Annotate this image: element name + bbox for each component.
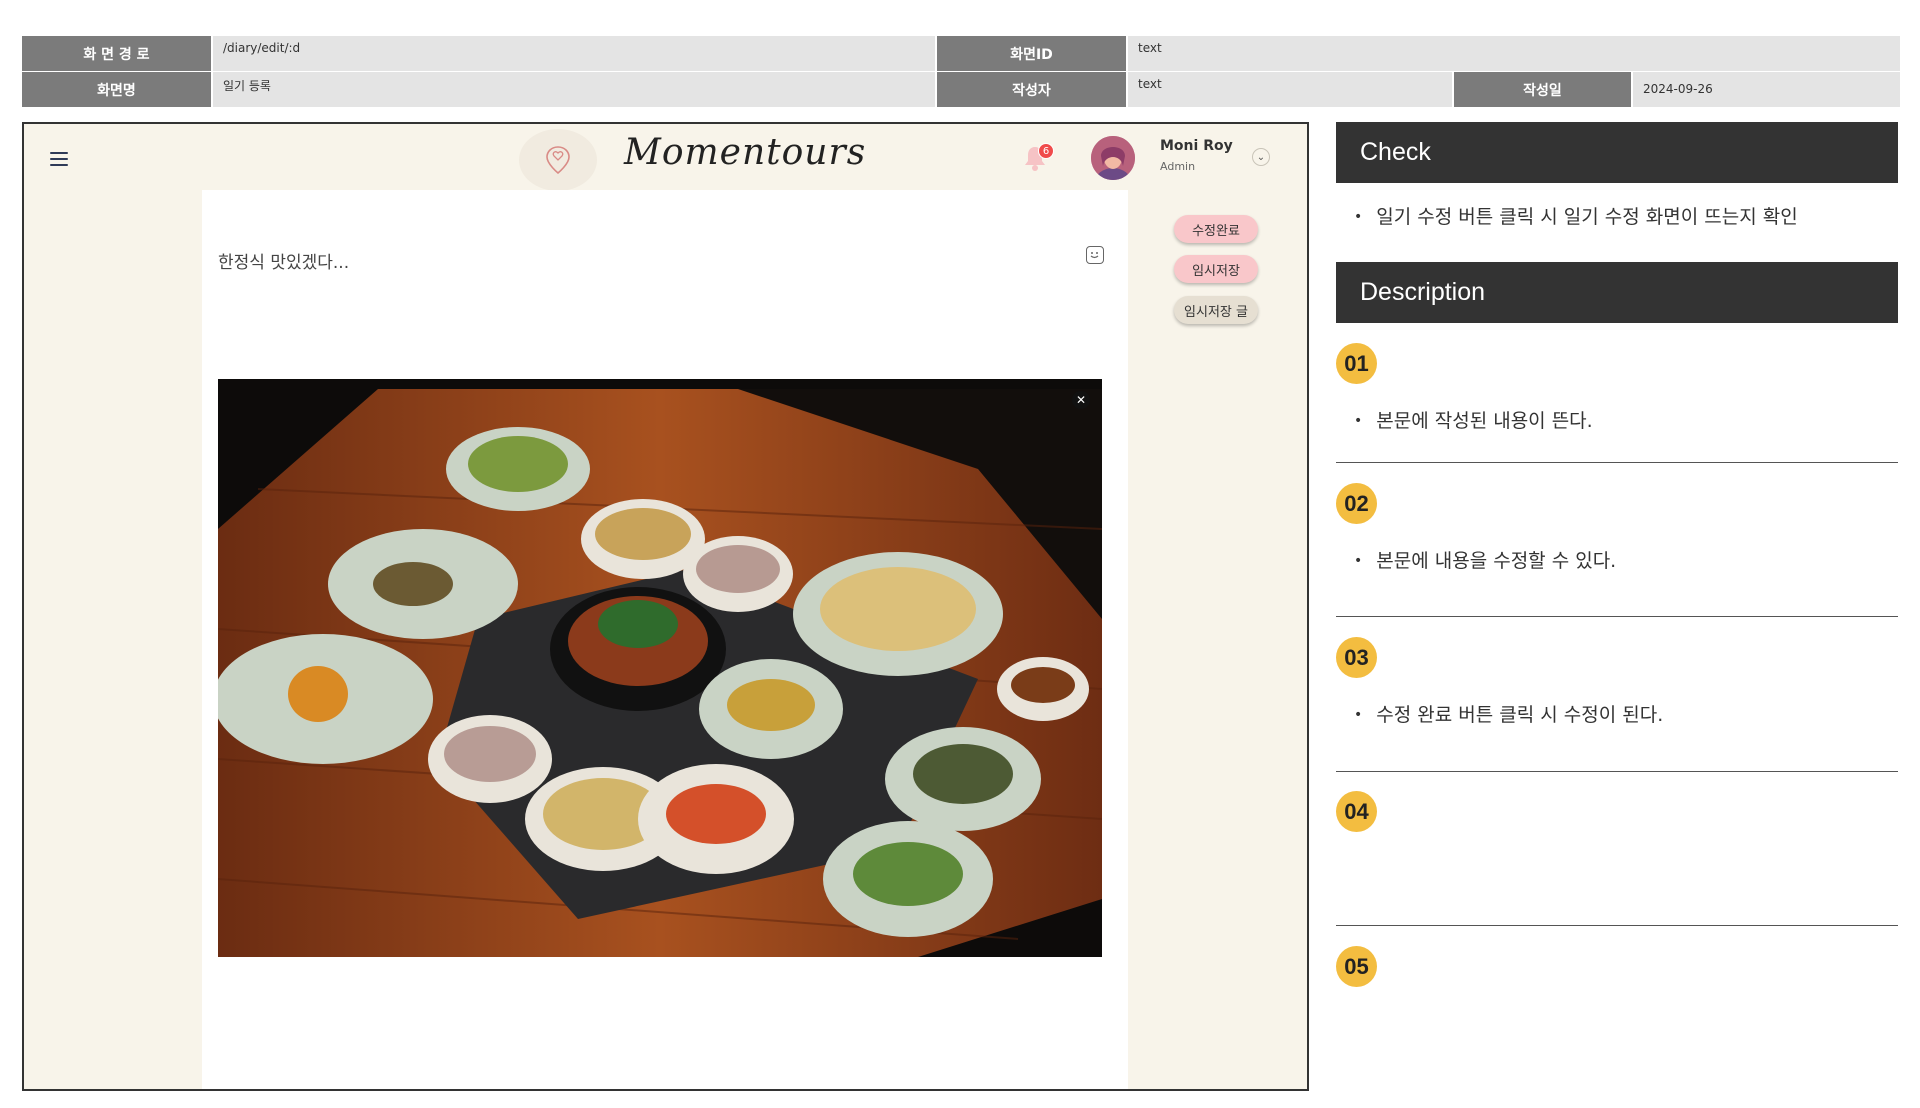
notification-bell[interactable]: 6 xyxy=(1022,143,1054,174)
chevron-down-icon[interactable]: ⌄ xyxy=(1252,148,1270,166)
author-label: 작성자 xyxy=(937,72,1126,107)
screen-name-value: 일기 등록 xyxy=(213,72,935,107)
emoji-icon[interactable] xyxy=(1086,246,1104,264)
logo-pin-icon[interactable] xyxy=(519,129,597,191)
divider xyxy=(1336,925,1898,926)
avatar[interactable] xyxy=(1091,136,1135,180)
temp-save-button[interactable]: 임시저장 xyxy=(1174,255,1258,283)
brand-logo-text[interactable]: Momentours xyxy=(624,132,866,173)
korean-table-food-image xyxy=(218,379,1102,957)
spec-row-2: 화면명 일기 등록 작성자 text 작성일 2024-09-26 xyxy=(22,72,1900,107)
divider xyxy=(1336,771,1898,772)
close-icon[interactable]: ✕ xyxy=(1072,391,1090,409)
step-text-01: 본문에 작성된 내용이 뜬다. xyxy=(1354,406,1592,433)
temp-posts-button[interactable]: 임시저장 글 xyxy=(1174,296,1258,324)
date-value: 2024-09-26 xyxy=(1633,72,1900,107)
spec-row-1: 화 면 경 로 /diary/edit/:d 화면ID text xyxy=(22,36,1900,71)
menu-icon[interactable] xyxy=(50,152,68,166)
user-name: Moni Roy xyxy=(1160,138,1233,154)
notification-badge: 6 xyxy=(1038,143,1054,159)
diary-editor: 한정식 맛있겠다... ✕ xyxy=(202,190,1128,1089)
user-role: Admin xyxy=(1160,160,1196,173)
step-badge-04: 04 xyxy=(1336,791,1377,832)
screen-name-label: 화면명 xyxy=(22,72,211,107)
diary-photo: ✕ xyxy=(218,379,1102,957)
description-header: Description xyxy=(1336,262,1898,323)
step-badge-05: 05 xyxy=(1336,946,1377,987)
step-badge-03: 03 xyxy=(1336,637,1377,678)
divider xyxy=(1336,462,1898,463)
check-item: 일기 수정 버튼 클릭 시 일기 수정 화면이 뜨는지 확인 xyxy=(1354,202,1797,229)
screen-id-label: 화면ID xyxy=(937,36,1126,71)
screen-id-value: text xyxy=(1128,36,1900,71)
check-header: Check xyxy=(1336,122,1898,183)
edit-complete-button[interactable]: 수정완료 xyxy=(1174,215,1258,243)
step-text-03: 수정 완료 버튼 클릭 시 수정이 된다. xyxy=(1354,700,1663,727)
app-frame: Momentours 6 Moni Roy Admin ⌄ 한정식 맛있겠다..… xyxy=(22,122,1309,1091)
diary-body-text[interactable]: 한정식 맛있겠다... xyxy=(218,248,349,273)
divider xyxy=(1336,616,1898,617)
step-badge-02: 02 xyxy=(1336,483,1377,524)
screen-path-value: /diary/edit/:d xyxy=(213,36,935,71)
date-label: 작성일 xyxy=(1454,72,1631,107)
step-text-02: 본문에 내용을 수정할 수 있다. xyxy=(1354,546,1616,573)
step-badge-01: 01 xyxy=(1336,343,1377,384)
screen-path-label: 화 면 경 로 xyxy=(22,36,211,71)
author-value: text xyxy=(1128,72,1452,107)
